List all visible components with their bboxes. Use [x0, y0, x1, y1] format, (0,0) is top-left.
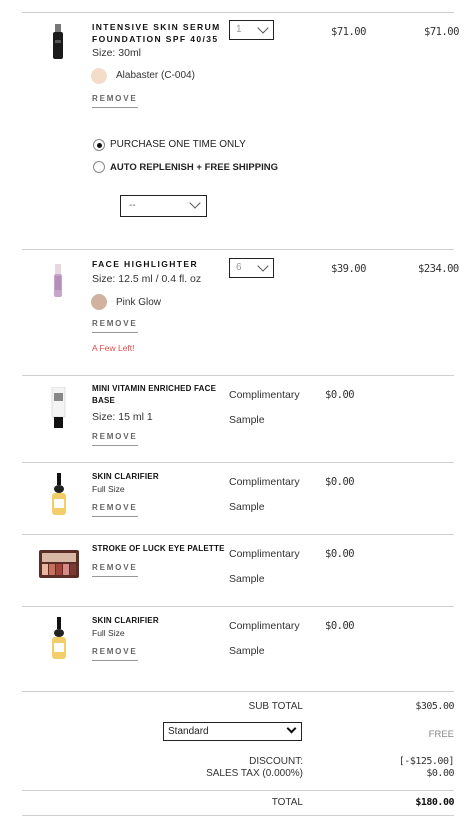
line-total: $0.00: [325, 620, 355, 632]
line-total: $0.00: [325, 548, 355, 560]
stock-warning: A Few Left!: [92, 343, 135, 353]
product-image: [50, 386, 68, 429]
divider: [22, 249, 454, 250]
sales-tax-value: $0.00: [426, 768, 454, 779]
product-name[interactable]: SKIN CLARIFIER: [92, 615, 159, 627]
complimentary-label: Complimentary Sample: [229, 476, 300, 513]
chevron-down-icon: [286, 723, 297, 734]
shade-swatch: [91, 68, 107, 84]
divider: [22, 462, 454, 463]
sales-tax-label: SALES TAX (0.000%): [206, 768, 303, 779]
remove-button[interactable]: REMOVE: [92, 319, 138, 333]
discount-label: DISCOUNT:: [249, 756, 303, 767]
shipping-method-value: Standard: [168, 726, 209, 737]
line-total: $0.00: [325, 389, 355, 401]
line-total: $71.00: [424, 26, 459, 38]
remove-button[interactable]: REMOVE: [92, 503, 138, 517]
shipping-method-select[interactable]: Standard: [163, 722, 302, 741]
chevron-down-icon: [257, 22, 269, 34]
complimentary-label: Complimentary Sample: [229, 389, 300, 426]
chevron-down-icon: [257, 260, 269, 272]
shade-name: Alabaster (C-004): [116, 70, 195, 81]
product-size: Size: 12.5 ml / 0.4 fl. oz: [92, 273, 202, 285]
product-image: [53, 264, 63, 298]
product-size: Full Size: [92, 628, 125, 638]
purchase-once-radio[interactable]: [93, 139, 105, 151]
divider: [22, 790, 454, 791]
remove-button[interactable]: REMOVE: [92, 94, 138, 108]
quantity-select[interactable]: 1: [229, 20, 274, 40]
remove-button[interactable]: REMOVE: [92, 647, 138, 661]
product-image: [48, 473, 70, 517]
shade-name: Pink Glow: [116, 297, 162, 308]
purchase-once-label[interactable]: PURCHASE ONE TIME ONLY: [110, 139, 246, 150]
divider: [22, 375, 454, 376]
discount-value: [-$125.00]: [398, 756, 455, 767]
product-name[interactable]: FACE HIGHLIGHTER: [92, 258, 198, 270]
unit-price: $39.00: [331, 263, 366, 275]
chevron-down-icon: [189, 197, 201, 209]
divider: [22, 606, 454, 607]
complimentary-label: Complimentary Sample: [229, 548, 300, 585]
line-total: $234.00: [418, 263, 459, 275]
remove-button[interactable]: REMOVE: [92, 563, 138, 577]
divider: [22, 534, 454, 535]
product-name[interactable]: INTENSIVE SKIN SERUM FOUNDATION SPF 40/3…: [92, 21, 221, 45]
product-name[interactable]: MINI VITAMIN ENRICHED FACE BASE: [92, 383, 216, 407]
shade-swatch: [91, 294, 107, 310]
unit-price: $71.00: [331, 26, 366, 38]
subtotal-label: SUB TOTAL: [248, 701, 303, 712]
divider: [22, 815, 454, 816]
product-name[interactable]: SKIN CLARIFIER: [92, 471, 159, 483]
subtotal-value: $305.00: [415, 701, 454, 712]
remove-button[interactable]: REMOVE: [92, 432, 138, 446]
product-image: [50, 24, 66, 60]
product-size: Size: 30ml: [92, 47, 142, 59]
line-total: $0.00: [325, 476, 355, 488]
divider: [22, 12, 454, 13]
product-image: [39, 550, 79, 578]
auto-replenish-label[interactable]: AUTO REPLENISH + FREE SHIPPING: [110, 162, 278, 173]
product-image: [48, 617, 70, 661]
replenish-frequency-select[interactable]: --: [120, 195, 207, 217]
product-size: Size: 15 ml 1: [92, 411, 153, 423]
product-size: Full Size: [92, 484, 125, 494]
complimentary-label: Complimentary Sample: [229, 620, 300, 657]
auto-replenish-radio[interactable]: [93, 161, 105, 173]
total-label: TOTAL: [271, 797, 303, 808]
quantity-select[interactable]: 6: [229, 258, 274, 278]
replenish-frequency-value: --: [129, 200, 136, 211]
shipping-value: FREE: [428, 729, 454, 740]
product-name[interactable]: STROKE OF LUCK EYE PALETTE: [92, 543, 225, 555]
total-value: $180.00: [415, 797, 454, 808]
divider: [22, 691, 454, 692]
